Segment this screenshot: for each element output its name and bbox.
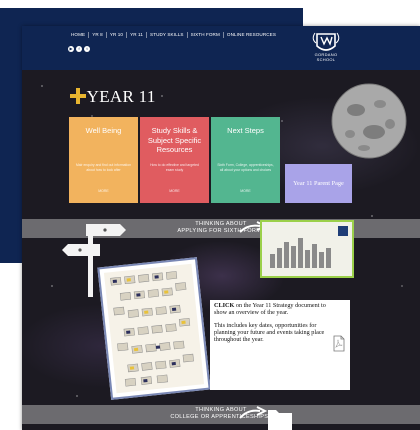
study-skills-tile[interactable]: Study Skills & Subject Specific Resource… [140, 117, 209, 203]
website-screenshot: HOME YR 8 YR 10 YR 11 STUDY SKILLS SIXTH… [22, 26, 420, 430]
board-game-illustration [110, 271, 194, 387]
college-banner[interactable]: THINKING ABOUT COLLEGE OR APPRENTICESHIP… [22, 405, 420, 424]
arrow-right-icon [239, 406, 268, 419]
info-paragraph-2: This includes key dates, opportunities f… [214, 322, 325, 344]
nav-yr8[interactable]: YR 8 [89, 32, 107, 38]
thumbnail-photos [270, 238, 331, 268]
social-links: ▶ f t [68, 46, 90, 52]
parent-page-button[interactable]: Year 11 Parent Page [285, 164, 352, 203]
page-title: YEAR 11 [86, 87, 156, 106]
main-nav: HOME YR 8 YR 10 YR 11 STUDY SKILLS SIXTH… [68, 32, 279, 38]
nav-study-skills[interactable]: STUDY SKILLS [147, 32, 188, 38]
pdf-document-icon[interactable] [333, 335, 345, 352]
strategy-document-thumbnail[interactable] [97, 257, 211, 400]
nav-yr11[interactable]: YR 11 [127, 32, 148, 38]
thumbnail-logo-icon [338, 226, 348, 236]
moon-illustration [331, 83, 407, 159]
folder-icon [268, 410, 292, 430]
nav-sixth-form[interactable]: SIXTH FORM [188, 32, 224, 38]
next-steps-tile[interactable]: Next Steps Sixth Form, College, apprenti… [211, 117, 280, 203]
strategy-info-box: CLICK on the Year 11 Strategy document t… [210, 300, 350, 390]
youtube-icon[interactable]: ▶ [68, 46, 74, 52]
info-paragraph-1: CLICK on the Year 11 Strategy document t… [214, 302, 326, 317]
facebook-icon[interactable]: f [76, 46, 82, 52]
nav-online-resources[interactable]: ONLINE RESOURCES [224, 32, 279, 38]
nav-home[interactable]: HOME [68, 32, 90, 38]
header-bar: HOME YR 8 YR 10 YR 11 STUDY SKILLS SIXTH… [22, 26, 420, 70]
nav-yr10[interactable]: YR 10 [107, 32, 128, 38]
sixth-form-thumbnail[interactable] [260, 220, 354, 278]
well-being-tile[interactable]: Well Being Mair enquiry and find out inf… [69, 117, 138, 203]
school-name: GORDANO SCHOOL [314, 52, 338, 62]
twitter-icon[interactable]: t [84, 46, 90, 52]
